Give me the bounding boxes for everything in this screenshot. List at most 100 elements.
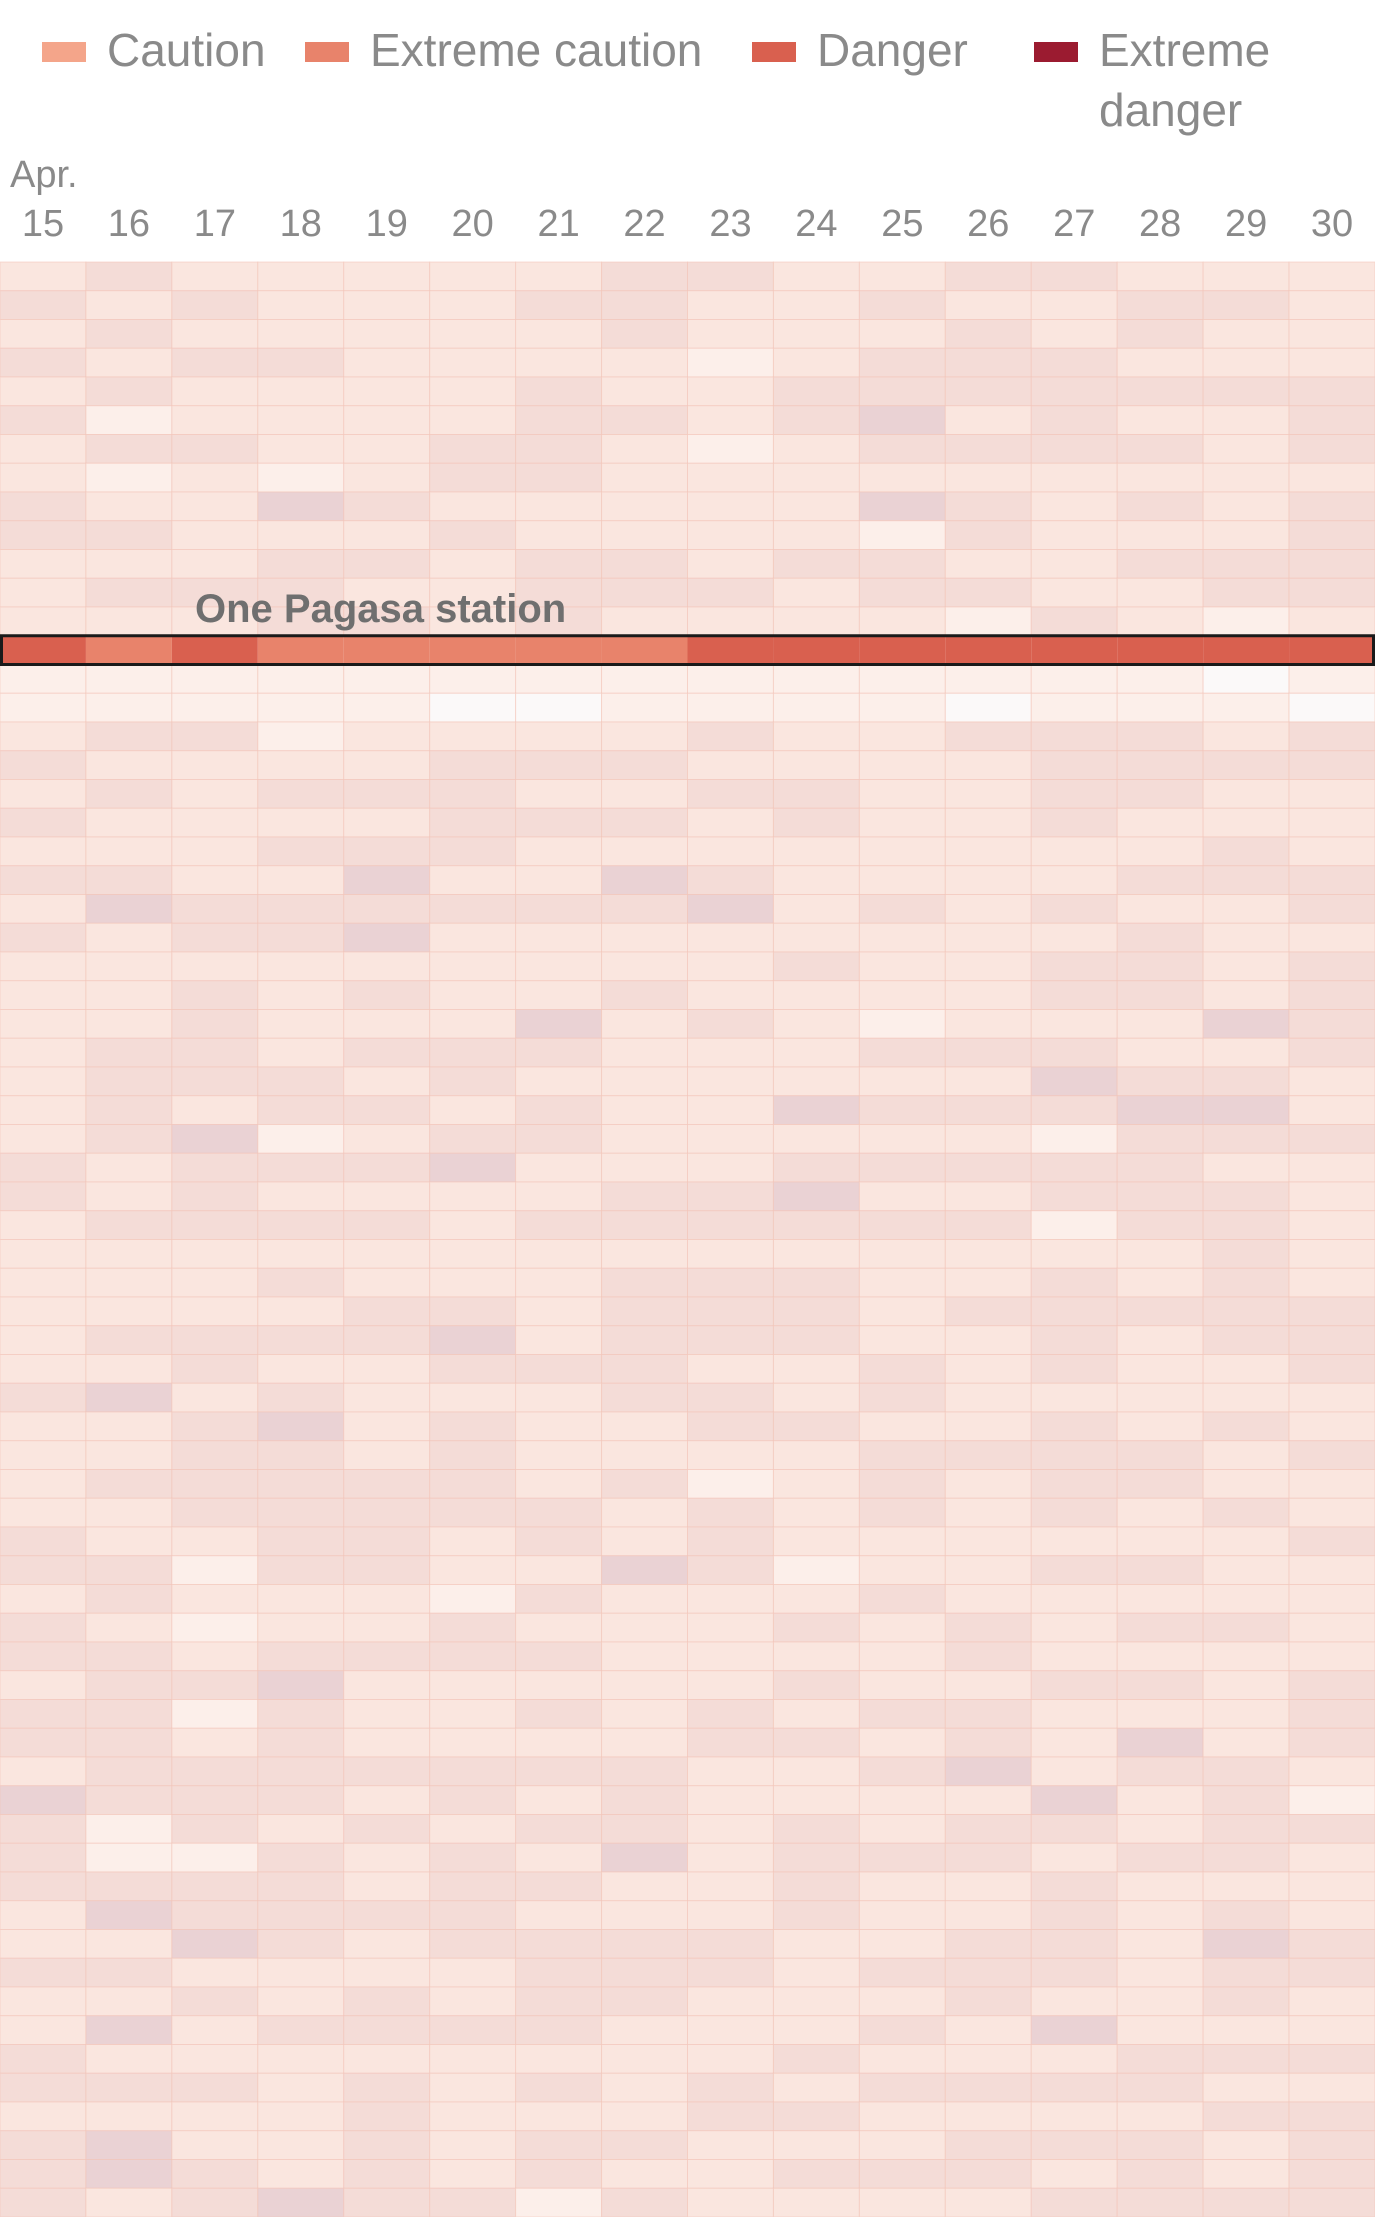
heatmap-cell — [1202, 1181, 1290, 1212]
heatmap-cell — [601, 1066, 688, 1097]
heatmap-cell — [1288, 1727, 1375, 1758]
heatmap-cell — [1116, 1727, 1204, 1758]
heatmap-cell — [1030, 1440, 1118, 1470]
heatmap-cell — [858, 721, 946, 752]
heatmap-cell — [171, 721, 259, 752]
heatmap-cell — [257, 1497, 345, 1528]
heatmap-cell — [1116, 1785, 1204, 1815]
heatmap-cell — [257, 1756, 345, 1787]
heatmap-cell — [85, 836, 173, 867]
heatmap-cell — [429, 1037, 517, 1068]
heatmap-cell — [171, 520, 259, 550]
heatmap-cell — [429, 290, 517, 320]
heatmap-cell — [343, 434, 431, 464]
heatmap-cell — [343, 462, 431, 493]
heatmap-cell — [1202, 1382, 1290, 1413]
highlight-cell — [85, 635, 172, 665]
heatmap-cell — [1030, 1929, 1118, 1959]
heatmap-cell — [85, 1584, 173, 1614]
heatmap-cell — [171, 1584, 259, 1614]
heatmap-cell — [1030, 2044, 1118, 2074]
heatmap-cell — [858, 1239, 946, 1269]
heatmap-cell — [515, 2187, 603, 2217]
heatmap-cell — [1288, 1181, 1375, 1212]
heatmap-cell — [772, 951, 860, 982]
heatmap-cell — [429, 2187, 517, 2217]
heatmap-cell — [1116, 1325, 1204, 1355]
heatmap-cell — [343, 894, 431, 924]
heatmap-cell — [858, 779, 946, 809]
heatmap-cell — [515, 1612, 603, 1643]
heatmap-cell — [772, 1871, 860, 1902]
heatmap-cell — [1030, 1296, 1118, 1327]
heatmap-cell — [1202, 376, 1290, 407]
heatmap-cell — [1116, 1612, 1204, 1643]
legend-label: Caution — [107, 24, 266, 76]
heatmap-cell — [343, 922, 431, 953]
heatmap-cell — [85, 1469, 173, 1499]
heatmap-cell — [343, 865, 431, 895]
heatmap-cell — [601, 1670, 688, 1700]
heatmap-cell — [687, 1670, 774, 1700]
heatmap-cell — [171, 1469, 259, 1499]
heatmap-cell — [1202, 951, 1290, 982]
heatmap-cell — [0, 1497, 87, 1528]
heatmap-cell — [343, 347, 431, 378]
heatmap-cell — [85, 1986, 173, 2017]
heatmap-cell — [772, 290, 860, 320]
heatmap-cell — [0, 836, 87, 867]
heatmap-cell — [944, 1785, 1032, 1815]
heatmap-cell — [601, 1584, 688, 1614]
heatmap-cell — [772, 980, 860, 1010]
heatmap-cell — [515, 1440, 603, 1470]
heatmap-cell — [0, 1612, 87, 1643]
heatmap-cell — [858, 1929, 946, 1959]
heatmap-cell — [429, 462, 517, 493]
heatmap-cell — [515, 1009, 603, 1039]
heatmap-cell — [515, 894, 603, 924]
heatmap-cell — [1288, 1411, 1375, 1442]
heatmap-cell — [687, 261, 774, 292]
axis-month-label: Apr. — [10, 154, 78, 196]
heatmap-cell — [515, 1756, 603, 1787]
heatmap-cell — [0, 1814, 87, 1844]
heatmap-cell — [1202, 1325, 1290, 1355]
heatmap-cell — [85, 807, 173, 838]
heatmap-cell — [944, 1555, 1032, 1585]
heatmap-cell — [85, 1814, 173, 1844]
heatmap-cell — [1288, 1756, 1375, 1787]
heatmap-cell — [772, 836, 860, 867]
heatmap-cell — [257, 2072, 345, 2103]
x-tick-label: 26 — [967, 203, 1009, 245]
heatmap-cell — [944, 319, 1032, 349]
heatmap-cell — [687, 836, 774, 867]
heatmap-cell — [1202, 922, 1290, 953]
heatmap-cell — [343, 1670, 431, 1700]
heatmap-cell — [1116, 836, 1204, 867]
heatmap-cell — [1030, 664, 1118, 694]
heatmap-cell — [858, 1267, 946, 1298]
heatmap-cell — [1288, 721, 1375, 752]
heatmap-cell — [687, 1037, 774, 1068]
heatmap-cell — [772, 376, 860, 407]
heatmap-cell — [0, 779, 87, 809]
heatmap-cell — [429, 750, 517, 780]
heatmap-cell — [1116, 1124, 1204, 1154]
heatmap-cell — [515, 980, 603, 1010]
heatmap-cell — [343, 1181, 431, 1212]
heatmap-cell — [257, 807, 345, 838]
heatmap-cell — [85, 1756, 173, 1787]
heatmap-cell — [1030, 692, 1118, 723]
heatmap-cell — [171, 1756, 259, 1787]
heatmap-cell — [772, 1124, 860, 1154]
heatmap-cell — [515, 1842, 603, 1873]
heatmap-cell — [858, 951, 946, 982]
heatmap-cell — [1116, 577, 1204, 608]
heatmap-cell — [858, 692, 946, 723]
heatmap-cell — [1202, 1354, 1290, 1384]
heatmap-cell — [601, 2159, 688, 2189]
heatmap-cell — [858, 606, 946, 637]
heatmap-cell — [1116, 1382, 1204, 1413]
heatmap-cell — [1288, 347, 1375, 378]
heatmap-cell — [601, 1612, 688, 1643]
